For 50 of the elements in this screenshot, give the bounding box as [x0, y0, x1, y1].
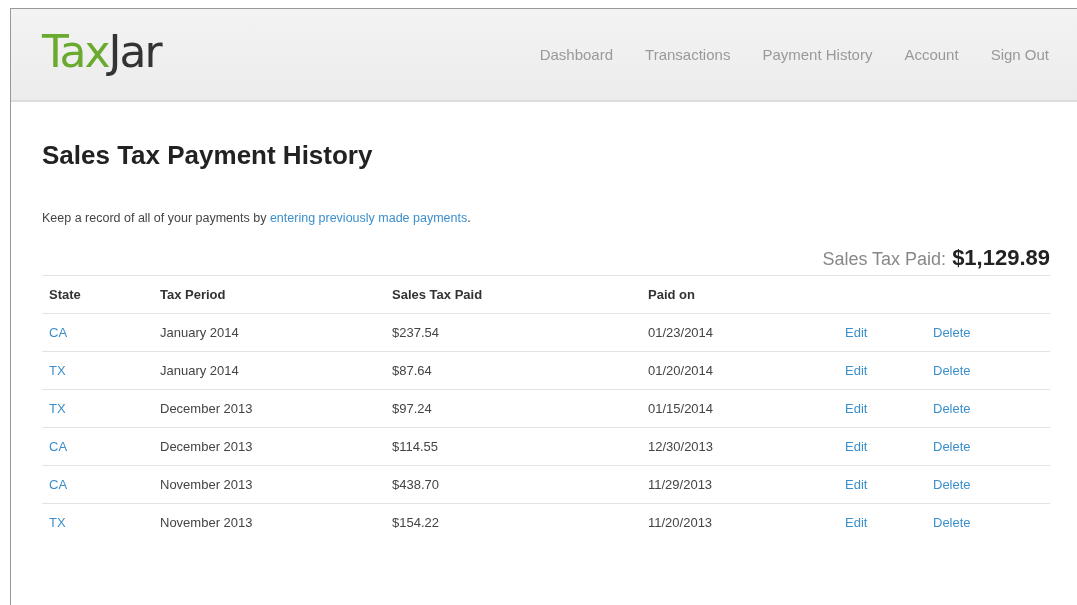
edit-link[interactable]: Edit: [845, 477, 868, 492]
table-cell: $438.70: [385, 465, 641, 504]
column-header: Tax Period: [153, 275, 385, 314]
intro-text: Keep a record of all of your payments by entering previously made payments.: [42, 211, 472, 225]
delete-link[interactable]: Delete: [933, 477, 971, 492]
state-link[interactable]: CA: [49, 439, 68, 454]
nav-link[interactable]: Dashboard: [539, 46, 614, 63]
nav-link[interactable]: Transactions: [645, 46, 731, 63]
edit-link[interactable]: Edit: [845, 401, 868, 416]
total-label: Sales Tax Paid:: [822, 249, 947, 270]
edit-link[interactable]: Edit: [845, 325, 868, 340]
table-cell: December 2013: [153, 427, 385, 466]
nav-link[interactable]: Payment History: [762, 46, 873, 63]
state-link[interactable]: CA: [49, 477, 68, 492]
state-link[interactable]: TX: [49, 515, 66, 530]
table-cell: $154.22: [385, 503, 641, 541]
taxjar-logo[interactable]: TaxJar: [42, 29, 161, 74]
page-title: Sales Tax Payment History: [42, 140, 374, 171]
table-cell: 01/15/2014: [641, 389, 838, 428]
table-cell: $87.64: [385, 351, 641, 390]
table-cell: $114.55: [385, 427, 641, 466]
table-cell: 01/20/2014: [641, 351, 838, 390]
state-link[interactable]: TX: [49, 363, 66, 378]
table-cell: 11/29/2013: [641, 465, 838, 504]
edit-link[interactable]: Edit: [845, 515, 868, 530]
state-link[interactable]: CA: [49, 325, 68, 340]
table-cell: $237.54: [385, 313, 641, 352]
table-cell: January 2014: [153, 313, 385, 352]
table-cell: December 2013: [153, 389, 385, 428]
nav-link[interactable]: Account: [904, 46, 959, 63]
total-value: $1,129.89: [952, 245, 1050, 271]
delete-link[interactable]: Delete: [933, 325, 971, 340]
table-cell: November 2013: [153, 503, 385, 541]
table-cell: $97.24: [385, 389, 641, 428]
state-link[interactable]: TX: [49, 401, 66, 416]
delete-link[interactable]: Delete: [933, 363, 971, 378]
delete-link[interactable]: Delete: [933, 401, 971, 416]
column-header: Paid on: [641, 275, 838, 314]
table-cell: November 2013: [153, 465, 385, 504]
edit-link[interactable]: Edit: [845, 363, 868, 378]
table-cell: 01/23/2014: [641, 313, 838, 352]
nav-link[interactable]: Sign Out: [990, 46, 1049, 63]
table-cell: 11/20/2013: [641, 503, 838, 541]
table-cell: January 2014: [153, 351, 385, 390]
edit-link[interactable]: Edit: [845, 439, 868, 454]
delete-link[interactable]: Delete: [933, 515, 971, 530]
delete-link[interactable]: Delete: [933, 439, 971, 454]
table-cell: 12/30/2013: [641, 427, 838, 466]
column-header: Sales Tax Paid: [385, 275, 641, 314]
column-header: State: [42, 275, 153, 314]
